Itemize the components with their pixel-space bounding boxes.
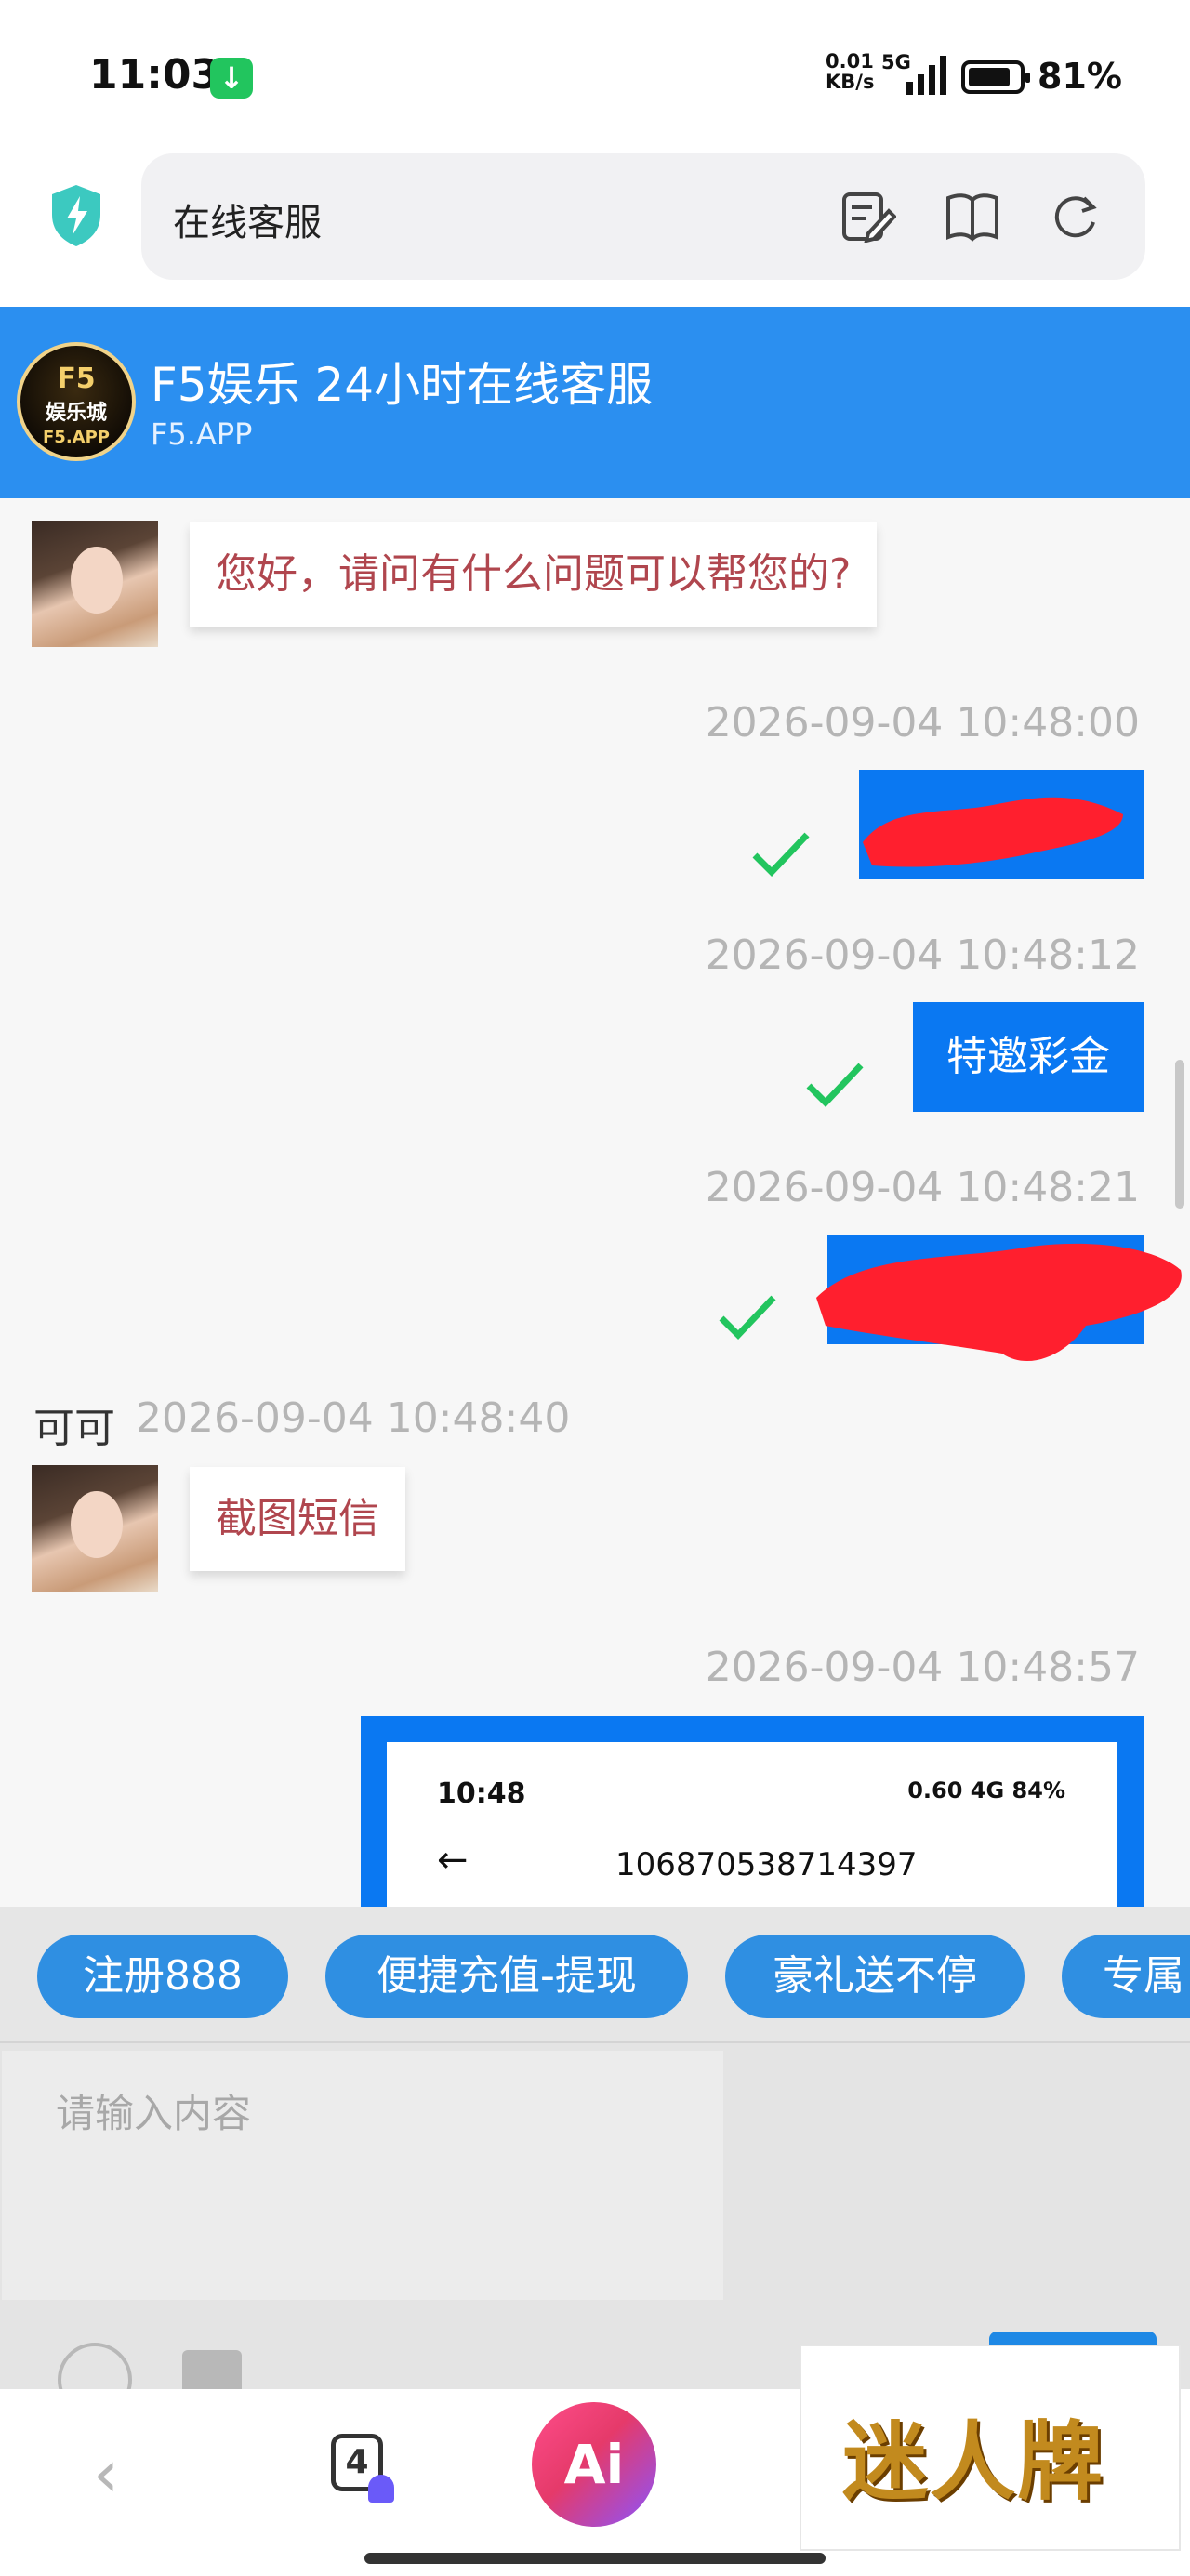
input-area <box>0 2041 1190 2417</box>
quick-reply-deposit-withdraw[interactable]: 便捷充值-提现 <box>325 1935 688 2018</box>
page-title: 在线客服 <box>173 202 322 244</box>
signal-icon <box>906 56 946 95</box>
sent-check-icon <box>806 1063 864 1108</box>
sent-check-icon <box>752 832 810 878</box>
ai-assistant-button[interactable]: Ai <box>532 2402 656 2527</box>
incoming-message: 截图短信 <box>190 1467 405 1571</box>
quick-reply-gifts[interactable]: 豪礼送不停 <box>725 1935 1025 2018</box>
message-input[interactable] <box>2 2051 723 2300</box>
status-time: 11:03 <box>89 51 220 99</box>
f5-logo: F5 娱乐城 F5.APP <box>17 342 136 461</box>
network-speed-unit: KB/s <box>826 71 875 93</box>
download-icon: ↓ <box>210 58 253 99</box>
agent-avatar <box>32 521 158 647</box>
sms-screenshot: 10:48 0.60 4G 84% ← 106870538714397 <box>387 1742 1117 1907</box>
sms-sender-number: 106870538714397 <box>615 1846 918 1883</box>
browser-bar: 在线客服 <box>0 153 1190 307</box>
sender-name: 可可 <box>33 1405 115 1452</box>
battery-percent: 81% <box>1038 56 1122 97</box>
agent-avatar <box>32 1465 158 1592</box>
refresh-icon[interactable] <box>1049 191 1101 243</box>
chat-header: F5 娱乐城 F5.APP F5娱乐 24小时在线客服 F5.APP <box>0 307 1190 498</box>
battery-icon <box>961 60 1030 94</box>
network-speed-value: 0.01 <box>826 50 874 73</box>
back-chevron-icon[interactable]: ‹ <box>93 2436 119 2512</box>
sent-check-icon <box>719 1295 776 1341</box>
watermark-text: 迷人牌 <box>842 2412 1105 2512</box>
quick-reply-register[interactable]: 注册888 <box>37 1935 288 2018</box>
outgoing-message: 特邀彩金 <box>913 1002 1144 1112</box>
message-timestamp: 2026-09-04 10:48:40 <box>136 1394 571 1442</box>
message-timestamp: 2026-09-04 10:48:00 <box>705 699 1140 746</box>
shield-lightning-icon[interactable] <box>48 183 104 248</box>
edit-note-icon[interactable] <box>840 191 896 243</box>
redaction-mark <box>863 797 1123 867</box>
incoming-message: 您好，请问有什么问题可以帮您的? <box>190 522 878 627</box>
book-icon[interactable] <box>945 191 1000 243</box>
chat-title: F5娱乐 24小时在线客服 <box>151 358 654 412</box>
home-indicator <box>364 2553 826 2564</box>
back-arrow-icon: ← <box>437 1839 469 1882</box>
redaction-mark <box>816 1243 1182 1362</box>
chat-messages[interactable]: 您好，请问有什么问题可以帮您的? 2026-09-04 10:48:00 202… <box>0 498 1190 1907</box>
watermark-logo: 迷人牌 <box>800 2345 1181 2551</box>
scrollbar[interactable] <box>1175 1060 1184 1209</box>
address-bar[interactable]: 在线客服 <box>141 153 1145 280</box>
message-timestamp: 2026-09-04 10:48:57 <box>705 1644 1140 1691</box>
message-timestamp: 2026-09-04 10:48:12 <box>705 931 1140 979</box>
outgoing-image-message[interactable]: 10:48 0.60 4G 84% ← 106870538714397 <box>361 1716 1144 1907</box>
battery-fill <box>969 68 1010 86</box>
network-speed: 0.01 KB/s <box>826 51 874 92</box>
message-timestamp: 2026-09-04 10:48:21 <box>705 1164 1140 1211</box>
ghost-icon <box>368 2475 394 2503</box>
chat-subtitle: F5.APP <box>151 416 253 452</box>
quick-reply-exclusive[interactable]: 专属 <box>1062 1935 1190 2018</box>
status-bar: 11:03 ↓ 0.01 KB/s 5G 81% <box>0 0 1190 153</box>
quick-replies: 注册888 便捷充值-提现 豪礼送不停 专属 <box>0 1907 1190 2041</box>
